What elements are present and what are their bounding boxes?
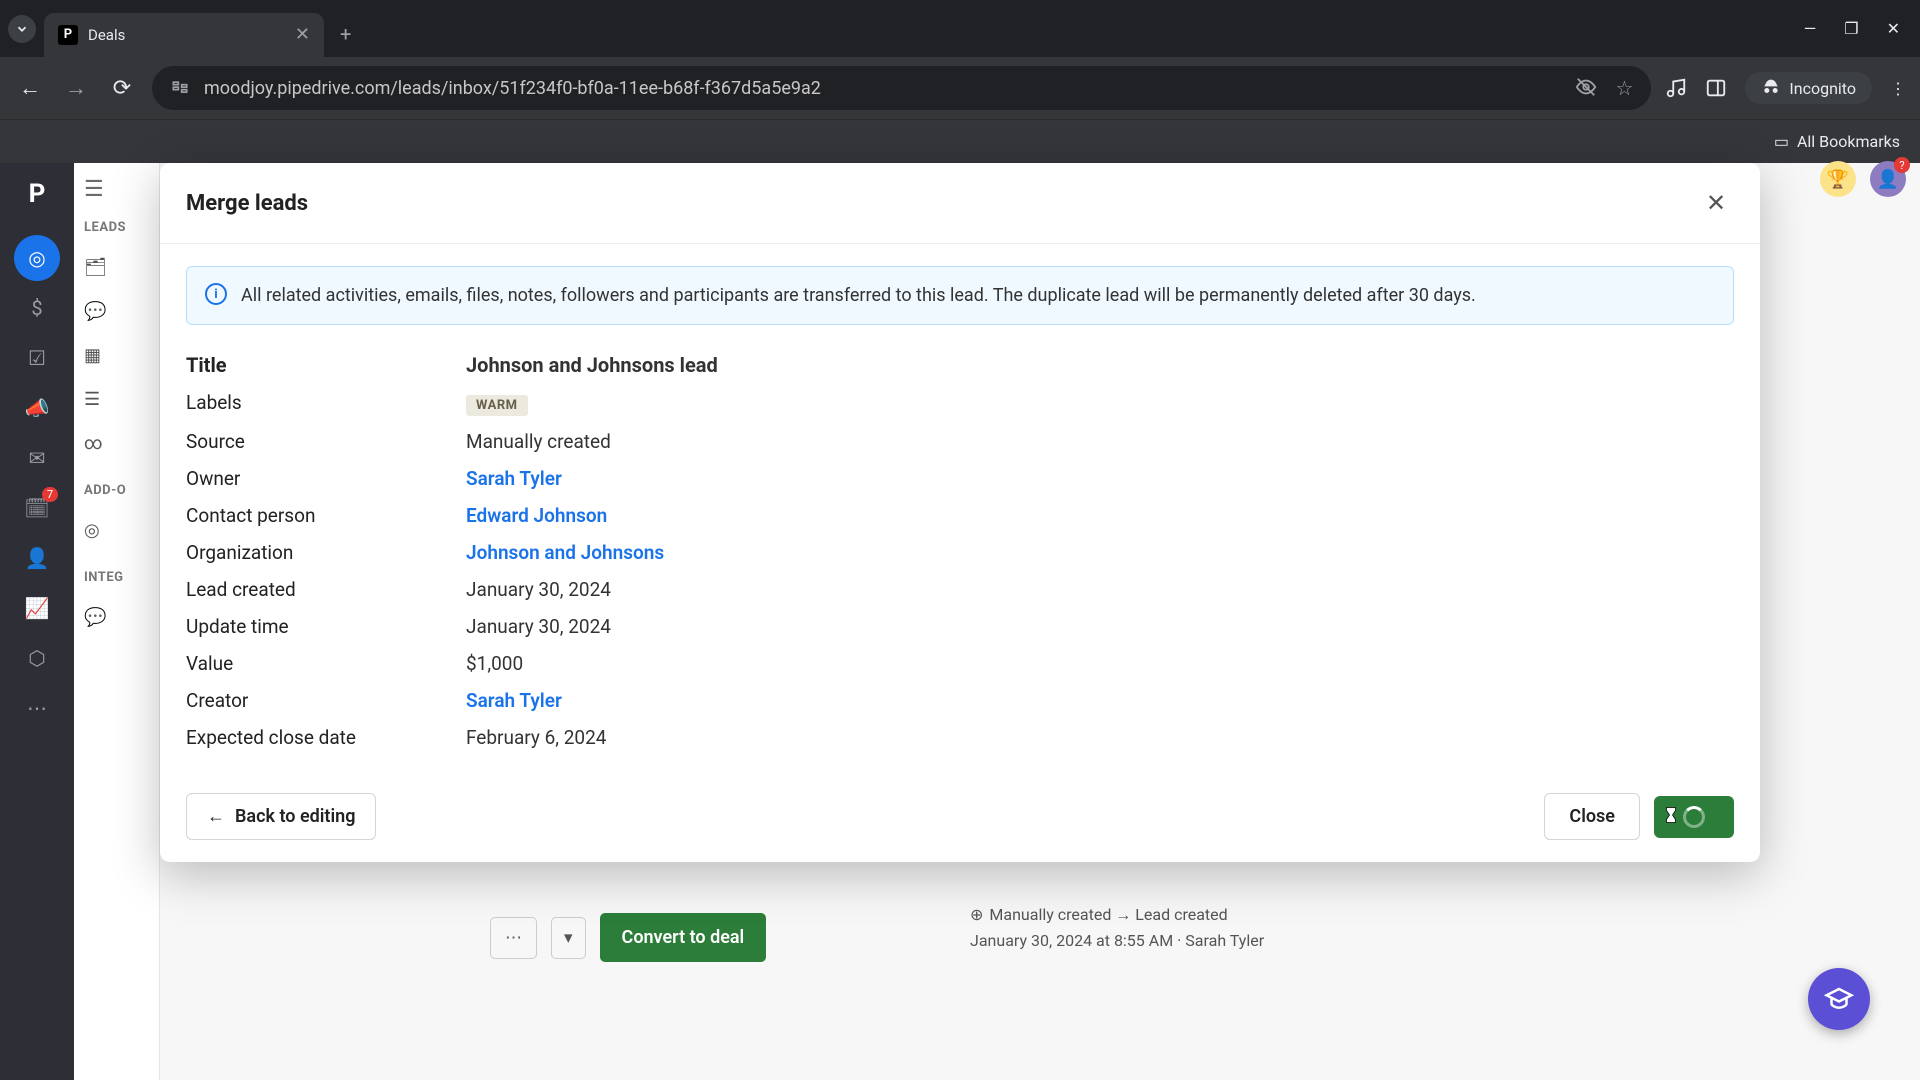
field-value-label: Value xyxy=(186,652,466,675)
field-title-value: Johnson and Johnsons lead xyxy=(466,353,1734,377)
field-org-label: Organization xyxy=(186,541,466,564)
field-update-label: Update time xyxy=(186,615,466,638)
info-banner: i All related activities, emails, files,… xyxy=(186,266,1734,325)
info-icon: i xyxy=(205,283,227,305)
field-source-label: Source xyxy=(186,430,466,453)
folder-icon: ▭ xyxy=(1774,132,1789,151)
new-tab-button[interactable]: + xyxy=(340,22,351,46)
field-source-value: Manually created xyxy=(466,430,1734,453)
modal-close-icon[interactable]: ✕ xyxy=(1698,185,1734,221)
browser-tab[interactable]: P Deals ✕ xyxy=(44,13,324,57)
field-expected-value: February 6, 2024 xyxy=(466,726,1734,749)
bookmarks-bar: ▭ All Bookmarks xyxy=(0,119,1920,163)
incognito-icon xyxy=(1761,78,1781,98)
incognito-badge[interactable]: Incognito xyxy=(1745,72,1872,104)
all-bookmarks-button[interactable]: ▭ All Bookmarks xyxy=(1774,132,1900,151)
url-text: moodjoy.pipedrive.com/leads/inbox/51f234… xyxy=(204,78,821,99)
tab-search-button[interactable] xyxy=(8,15,36,43)
field-contact-link[interactable]: Edward Johnson xyxy=(466,504,1734,527)
close-button[interactable]: Close xyxy=(1544,793,1640,840)
field-created-label: Lead created xyxy=(186,578,466,601)
loading-spinner-icon xyxy=(1683,806,1705,828)
lead-details-grid: Title Johnson and Johnsons lead Labels W… xyxy=(186,353,1734,749)
arrow-left-icon: ← xyxy=(207,806,225,827)
field-labels-label: Labels xyxy=(186,391,466,416)
eye-off-icon[interactable] xyxy=(1575,76,1597,100)
field-update-value: January 30, 2024 xyxy=(466,615,1734,638)
reload-icon[interactable]: ⟳ xyxy=(106,76,138,101)
label-chip-warm: WARM xyxy=(466,395,528,416)
modal-backdrop: Merge leads ✕ i All related activities, … xyxy=(0,163,1920,1080)
close-window-icon[interactable]: ✕ xyxy=(1887,19,1900,38)
back-icon[interactable]: ← xyxy=(14,75,46,101)
browser-tab-strip: P Deals ✕ + — ❐ ✕ xyxy=(0,0,1920,57)
field-owner-label: Owner xyxy=(186,467,466,490)
tab-title: Deals xyxy=(88,26,125,44)
field-created-value: January 30, 2024 xyxy=(466,578,1734,601)
field-contact-label: Contact person xyxy=(186,504,466,527)
bookmark-star-icon[interactable]: ☆ xyxy=(1615,76,1633,100)
kebab-menu-icon[interactable]: ⋮ xyxy=(1890,79,1906,98)
field-creator-label: Creator xyxy=(186,689,466,712)
hourglass-cursor-icon xyxy=(1662,804,1680,826)
field-title-label: Title xyxy=(186,353,466,377)
minimize-icon[interactable]: — xyxy=(1804,19,1817,38)
side-panel-icon[interactable] xyxy=(1705,77,1727,99)
music-icon[interactable] xyxy=(1665,77,1687,99)
site-settings-icon[interactable] xyxy=(170,78,190,98)
back-to-editing-button[interactable]: ← Back to editing xyxy=(186,793,376,840)
field-owner-link[interactable]: Sarah Tyler xyxy=(466,467,1734,490)
field-value-value: $1,000 xyxy=(466,652,1734,675)
merge-submit-button[interactable] xyxy=(1654,796,1734,838)
merge-leads-modal: Merge leads ✕ i All related activities, … xyxy=(160,163,1760,862)
field-expected-label: Expected close date xyxy=(186,726,466,749)
field-org-link[interactable]: Johnson and Johnsons xyxy=(466,541,1734,564)
window-controls: — ❐ ✕ xyxy=(1804,19,1912,38)
modal-title: Merge leads xyxy=(186,191,308,216)
info-text: All related activities, emails, files, n… xyxy=(241,283,1476,308)
maximize-icon[interactable]: ❐ xyxy=(1844,19,1858,38)
address-bar-row: ← → ⟳ moodjoy.pipedrive.com/leads/inbox/… xyxy=(0,57,1920,119)
tab-close-icon[interactable]: ✕ xyxy=(295,24,310,45)
url-bar[interactable]: moodjoy.pipedrive.com/leads/inbox/51f234… xyxy=(152,66,1651,110)
field-creator-link[interactable]: Sarah Tyler xyxy=(466,689,1734,712)
forward-icon[interactable]: → xyxy=(60,75,92,101)
tab-favicon: P xyxy=(58,25,78,45)
